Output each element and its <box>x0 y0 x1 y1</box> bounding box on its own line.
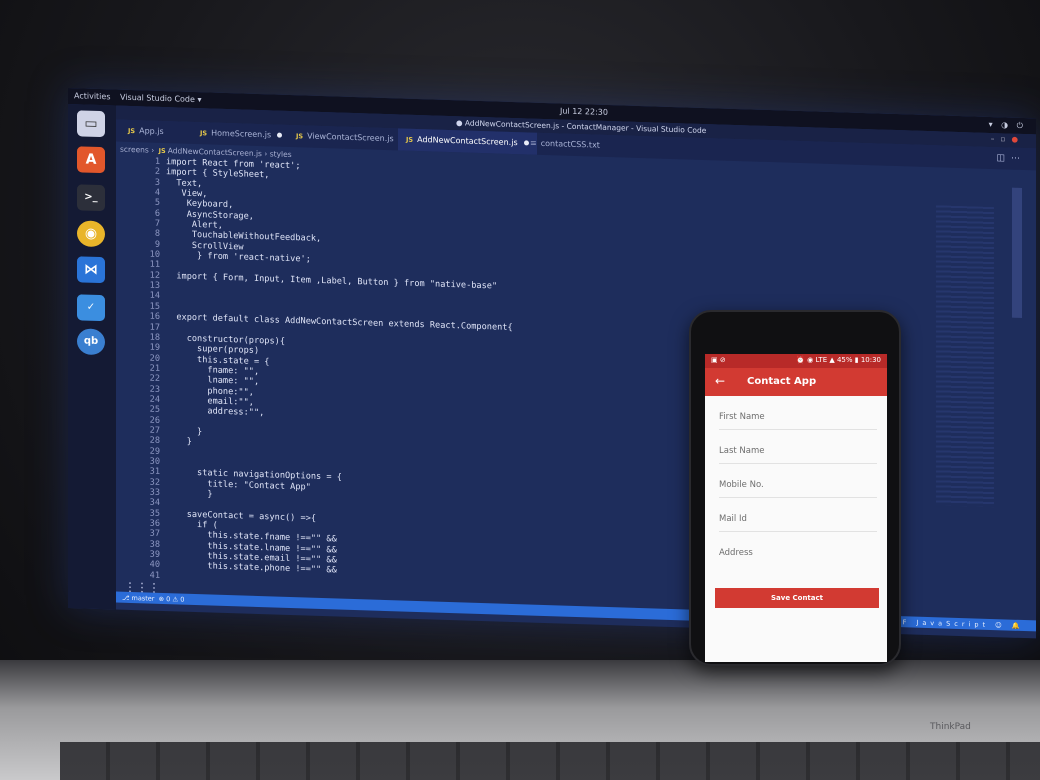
back-arrow-icon[interactable]: ← <box>715 374 725 388</box>
tab-label: ViewContactScreen.js <box>307 131 394 144</box>
last-name-field[interactable]: Last Name <box>719 430 877 464</box>
more-actions-icon[interactable]: ⋯ <box>1011 154 1026 164</box>
tab-label: HomeScreen.js <box>211 128 272 140</box>
qbittorrent-icon[interactable]: qb <box>77 328 105 356</box>
branch-indicator[interactable]: ⎇ master <box>122 594 154 603</box>
notification-icons: ▣ ⊘ <box>711 356 726 364</box>
software-center-icon[interactable]: A <box>77 146 105 174</box>
tab-label: contactCSS.txt <box>540 138 600 150</box>
phone-device: ▣ ⊘ ⏰ ◉ LTE ▲ 45% ▮ 10:30 ← Contact App … <box>689 310 901 666</box>
problems-indicator[interactable]: ⊗ 0 ⚠ 0 <box>159 595 185 604</box>
js-file-icon: JS <box>128 126 136 136</box>
tab-addnewcontactscreen-js[interactable]: JS AddNewContactScreen.js <box>398 128 537 155</box>
save-contact-button[interactable]: Save Contact <box>715 588 879 608</box>
code-editor[interactable]: import React from 'react'; import { Style… <box>166 157 726 599</box>
tab-app-js[interactable]: JS App.js <box>120 120 172 144</box>
editor-actions[interactable]: ◫⋯ <box>996 153 1026 164</box>
tab-contactcss-txt[interactable]: ≡ contactCSS.txt <box>522 132 608 157</box>
unsaved-dot-icon[interactable] <box>277 132 283 138</box>
js-file-icon: JS <box>296 132 304 141</box>
tab-viewcontactscreen-js[interactable]: JS ViewContactScreen.js <box>288 125 402 151</box>
phone-status-info: ⏰ ◉ LTE ▲ 45% ▮ 10:30 <box>796 356 881 364</box>
minimize-icon[interactable]: – <box>991 134 1001 143</box>
editor-app-icon[interactable]: ✓ <box>77 294 105 322</box>
first-name-field[interactable]: First Name <box>719 396 877 430</box>
chrome-icon[interactable]: ◉ <box>77 220 105 248</box>
clock[interactable]: Jul 12 22:30 <box>560 106 608 117</box>
app-title: Contact App <box>747 376 817 387</box>
phone-status-bar: ▣ ⊘ ⏰ ◉ LTE ▲ 45% ▮ 10:30 <box>705 354 887 368</box>
mail-id-field[interactable]: Mail Id <box>719 498 877 532</box>
activities-button[interactable]: Activities <box>74 91 111 101</box>
js-file-icon: JS <box>406 135 414 144</box>
split-editor-icon[interactable]: ◫ <box>996 153 1011 163</box>
dock: ▭ A >_ ◉ ⋈ ✓ qb <box>68 104 116 610</box>
status-right-items[interactable]: LF JavaScript ☺ 🔔 <box>895 618 1024 630</box>
phone-screen: ▣ ⊘ ⏰ ◉ LTE ▲ 45% ▮ 10:30 ← Contact App … <box>705 354 887 662</box>
breadcrumb-symbol[interactable]: styles <box>270 149 292 159</box>
window-controls[interactable]: –▫● <box>991 134 1024 144</box>
breadcrumb-folder[interactable]: screens <box>120 145 149 155</box>
vscode-icon[interactable]: ⋈ <box>77 256 105 284</box>
tab-label: AddNewContactScreen.js <box>417 134 518 148</box>
js-file-icon: JS <box>200 129 208 138</box>
tab-label: App.js <box>139 126 164 137</box>
mobile-number-field[interactable]: Mobile No. <box>719 464 877 498</box>
keyboard <box>60 742 1040 780</box>
phone-app-bar: ← Contact App <box>705 368 887 396</box>
editor-scrollbar[interactable] <box>1012 187 1022 318</box>
minimap[interactable] <box>936 205 994 508</box>
tab-homescreen-js[interactable]: JS HomeScreen.js <box>192 122 290 147</box>
line-numbers: 1 2 3 4 5 6 7 8 9 10 11 12 13 14 15 16 1… <box>149 156 160 581</box>
maximize-icon[interactable]: ▫ <box>1000 134 1011 143</box>
breadcrumb-file[interactable]: AddNewContactScreen.js <box>168 146 262 158</box>
brand-logo: ThinkPad <box>930 722 971 732</box>
app-menu[interactable]: Visual Studio Code ▾ <box>120 93 202 105</box>
files-icon[interactable]: ▭ <box>77 110 105 138</box>
address-field[interactable]: Address <box>719 532 877 566</box>
js-file-icon: JS <box>158 146 166 156</box>
close-icon[interactable]: ● <box>1011 135 1024 144</box>
text-file-icon: ≡ <box>530 138 537 148</box>
terminal-icon[interactable]: >_ <box>77 184 105 212</box>
system-tray[interactable]: ▾ ◑ ⏻ <box>989 120 1026 131</box>
